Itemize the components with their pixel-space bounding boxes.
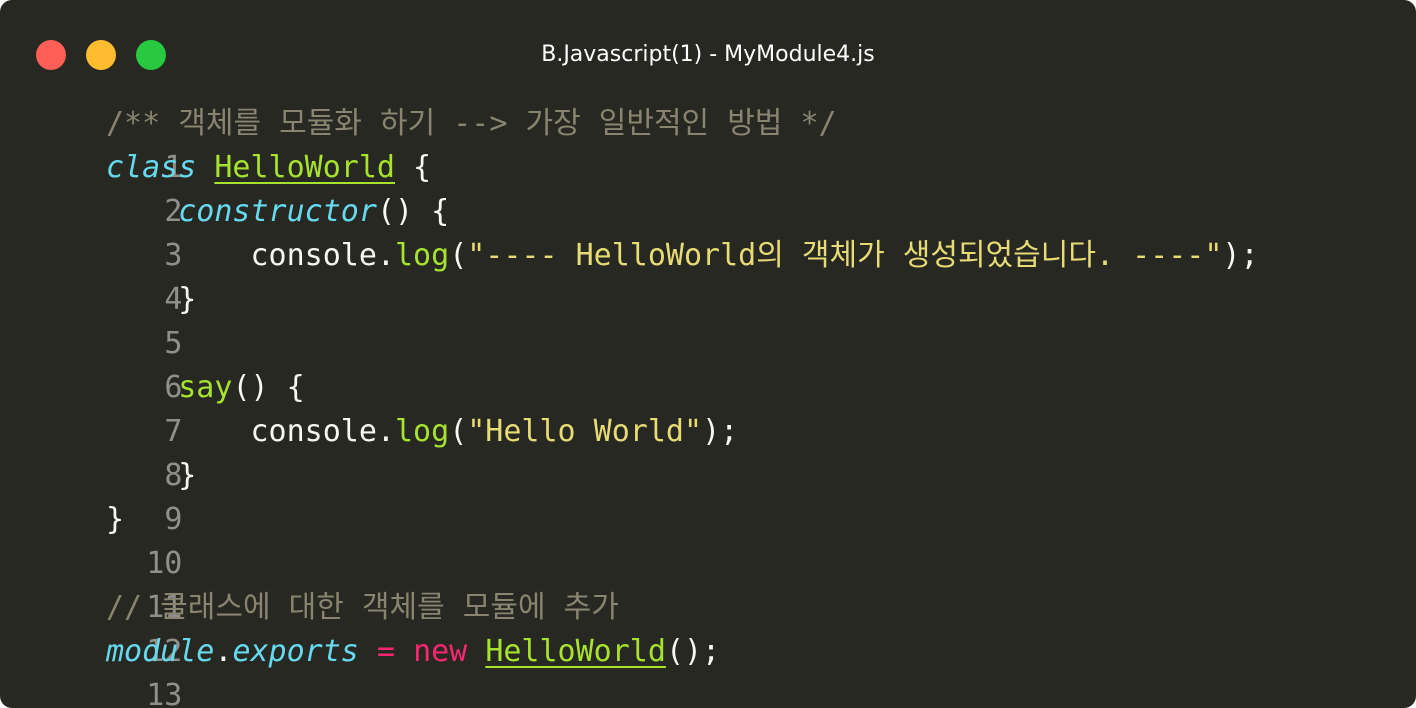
class-name: HelloWorld <box>485 634 666 669</box>
code-line: 11 <box>0 542 1416 625</box>
code-line: 5 } <box>0 278 1416 361</box>
code-line: 1 /** 객체를 모듈화 하기 --> 가장 일반적인 방법 */ <box>0 102 1416 185</box>
punctuation: . <box>214 634 233 669</box>
object-ref: console. <box>250 238 396 273</box>
code-line: 7 say() { <box>0 366 1416 449</box>
string-literal: "---- HelloWorld의 객체가 생성되었습니다. ----" <box>467 238 1223 273</box>
punctuation: ); <box>1222 238 1259 273</box>
code-line: 4 console.log("---- HelloWorld의 객체가 생성되었… <box>0 234 1416 317</box>
code-line: 12 // 클래스에 대한 객체를 모듈에 추가 <box>0 586 1416 669</box>
punctuation: (); <box>665 634 721 669</box>
class-keyword: class <box>106 150 197 185</box>
punctuation: () { <box>376 194 450 229</box>
window-title: B.Javascript(1) - MyModule4.js <box>541 42 875 67</box>
code-line: 10 } <box>0 498 1416 581</box>
punctuation: ( <box>449 414 468 449</box>
brace: } <box>178 458 197 493</box>
new-keyword: new <box>413 634 468 669</box>
title-bar: B.Javascript(1) - MyModule4.js <box>0 0 1416 100</box>
module-ref: module <box>106 634 215 669</box>
code-editor: 1 /** 객체를 모듈화 하기 --> 가장 일반적인 방법 */ 2 cla… <box>0 102 1416 708</box>
brace: } <box>178 282 197 317</box>
code-window: B.Javascript(1) - MyModule4.js 1 /** 객체를… <box>0 0 1416 708</box>
exports-ref: exports <box>232 634 359 669</box>
code-line: 6 <box>0 322 1416 405</box>
string-literal: "Hello World" <box>467 414 703 449</box>
code-comment: // 클래스에 대한 객체를 모듈에 추가 <box>106 590 619 625</box>
function-call: log <box>395 238 450 273</box>
punctuation: ); <box>702 414 739 449</box>
punctuation: ( <box>449 238 468 273</box>
brace: } <box>106 502 125 537</box>
code-comment: /** 객체를 모듈화 하기 --> 가장 일반적인 방법 */ <box>106 106 837 141</box>
code-line: 3 constructor() { <box>0 190 1416 273</box>
code-line: 8 console.log("Hello World"); <box>0 410 1416 493</box>
function-call: log <box>395 414 450 449</box>
brace: { <box>395 150 432 185</box>
object-ref: console. <box>250 414 396 449</box>
line-number: 13 <box>146 678 183 708</box>
code-line: 9 } <box>0 454 1416 537</box>
method-name: say <box>178 370 233 405</box>
class-name: HelloWorld <box>214 150 395 185</box>
code-line: 13 module.exports = new HelloWorld(); <box>0 630 1416 708</box>
code-line: 2 class HelloWorld { <box>0 146 1416 229</box>
constructor-keyword: constructor <box>178 194 377 229</box>
punctuation: () { <box>232 370 305 405</box>
assignment-operator: = <box>358 634 414 669</box>
